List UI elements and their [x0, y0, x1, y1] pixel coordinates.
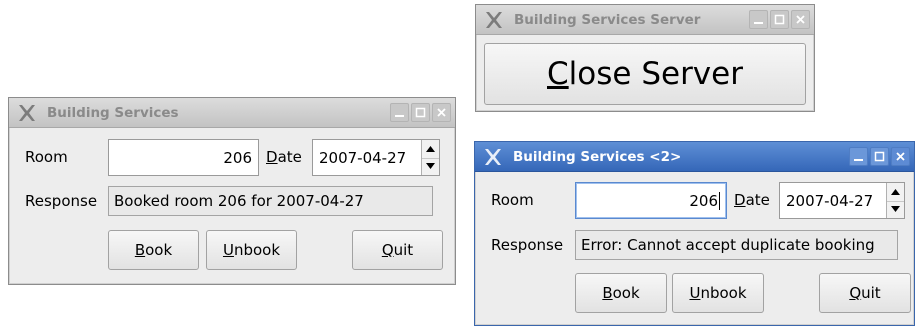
x-logo-icon: [486, 11, 502, 28]
date-down-button[interactable]: [887, 201, 904, 219]
maximize-icon: [874, 151, 885, 162]
window-title: Building Services: [47, 104, 179, 121]
room-label: Room: [25, 148, 68, 166]
window-title: Building Services Server: [514, 11, 701, 28]
date-spinbox[interactable]: 2007-04-27: [779, 182, 905, 219]
x-logo-icon: [19, 104, 35, 121]
date-label: Date: [266, 148, 302, 166]
client-window-1: Building Services Room 206 Date 2007-04-…: [8, 97, 456, 285]
minimize-icon: [395, 115, 404, 117]
close-window-button[interactable]: [791, 10, 810, 29]
close-server-button[interactable]: Close Server: [484, 43, 806, 105]
response-value: Error: Cannot accept duplicate booking: [581, 236, 875, 254]
chevron-down-icon: [426, 163, 435, 170]
server-window: Building Services Server Close Server: [475, 4, 815, 112]
response-value: Booked room 206 for 2007-04-27: [114, 192, 364, 210]
date-up-button[interactable]: [887, 183, 904, 202]
maximize-icon: [415, 107, 426, 118]
date-down-button[interactable]: [422, 158, 439, 176]
maximize-button[interactable]: [411, 103, 430, 122]
unbook-button[interactable]: Unbook: [206, 230, 297, 270]
response-label: Response: [491, 236, 564, 254]
close-icon: [796, 15, 805, 24]
book-button[interactable]: Book: [108, 230, 199, 270]
room-value: 206: [689, 191, 718, 210]
date-spinbox[interactable]: 2007-04-27: [312, 139, 440, 176]
date-up-button[interactable]: [422, 140, 439, 159]
maximize-icon: [774, 14, 785, 25]
minimize-button[interactable]: [849, 147, 868, 166]
book-button[interactable]: Book: [575, 273, 667, 313]
unbook-button[interactable]: Unbook: [672, 273, 764, 313]
chevron-up-icon: [891, 188, 900, 195]
client-window-2: Building Services <2> Room 206 Date 2007…: [474, 141, 915, 326]
button-label: lose Server: [568, 56, 743, 92]
minimize-icon: [854, 159, 863, 161]
room-label: Room: [491, 191, 534, 209]
client1-titlebar[interactable]: Building Services: [9, 98, 455, 128]
date-label: Date: [734, 191, 770, 209]
x-logo-icon: [485, 148, 501, 165]
room-value: 206: [223, 148, 252, 167]
text-caret: [719, 191, 720, 210]
quit-button[interactable]: Quit: [352, 230, 443, 270]
room-input[interactable]: 206: [108, 139, 259, 176]
client2-titlebar[interactable]: Building Services <2>: [475, 142, 914, 172]
room-input[interactable]: 206: [575, 182, 727, 219]
chevron-up-icon: [426, 145, 435, 152]
maximize-button[interactable]: [770, 10, 789, 29]
maximize-button[interactable]: [870, 147, 889, 166]
quit-button[interactable]: Quit: [819, 273, 911, 313]
window-title: Building Services <2>: [513, 148, 682, 165]
close-window-button[interactable]: [891, 147, 910, 166]
close-icon: [896, 152, 905, 161]
chevron-down-icon: [891, 206, 900, 213]
response-field: Booked room 206 for 2007-04-27: [108, 186, 433, 216]
minimize-icon: [754, 22, 763, 24]
server-titlebar[interactable]: Building Services Server: [476, 5, 814, 35]
date-value: 2007-04-27: [319, 148, 407, 167]
close-icon: [437, 108, 446, 117]
minimize-button[interactable]: [390, 103, 409, 122]
date-value: 2007-04-27: [786, 191, 874, 210]
close-window-button[interactable]: [432, 103, 451, 122]
minimize-button[interactable]: [749, 10, 768, 29]
mnemonic-letter: C: [547, 56, 569, 92]
response-field: Error: Cannot accept duplicate booking: [575, 230, 898, 260]
response-label: Response: [25, 192, 98, 210]
